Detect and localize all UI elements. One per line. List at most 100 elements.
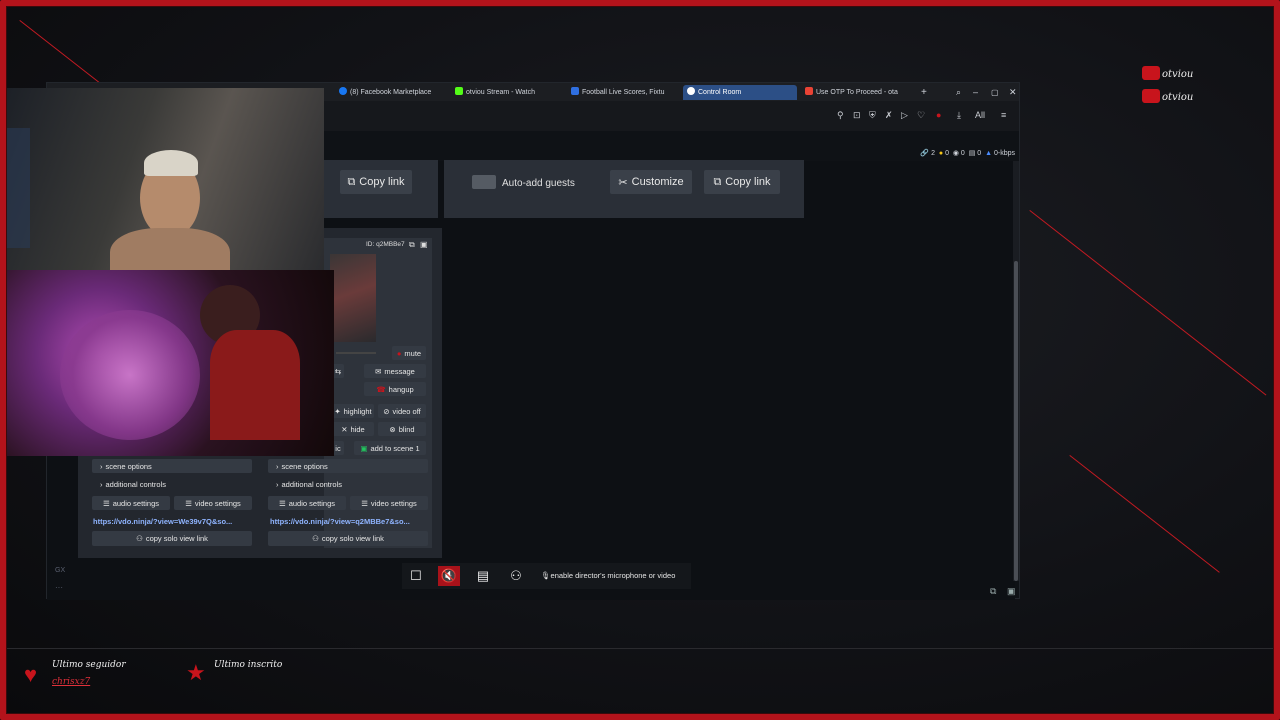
eye-slash-icon: ⊗ [389, 424, 396, 434]
phone-icon: ☎ [376, 384, 386, 394]
copy-link-label: Copy link [725, 176, 771, 188]
tab-label: Control Room [698, 89, 742, 96]
copy-icon: ⧉ [713, 175, 722, 188]
fullscreen-icon[interactable]: ▣ [1007, 586, 1016, 597]
download-icon[interactable]: ⤓ [957, 110, 961, 121]
minimize-icon[interactable]: – [969, 85, 981, 100]
upload-icon: ▲ [985, 150, 993, 157]
tab-kick[interactable]: otviou Stream - Watch [451, 85, 559, 100]
copy-link-button-2[interactable]: ⧉ Copy link [704, 170, 780, 194]
video-settings-label: video settings [370, 498, 417, 508]
blind-button[interactable]: ⊗ blind [378, 422, 426, 436]
additional-controls-toggle-2[interactable]: › additional controls [268, 477, 428, 491]
hide-button[interactable]: ✕ hide [332, 422, 374, 436]
copy-solo-label: copy solo view link [145, 534, 208, 543]
last-follower-title: Ultimo seguidor [52, 660, 126, 670]
enable-director-mic-button[interactable]: 🎙enable director's microphone or video [541, 571, 675, 580]
mic-count: 0 [960, 150, 965, 157]
copy-solo-link-button-2[interactable]: ⚇ copy solo view link [268, 531, 428, 546]
guest-menu-icon[interactable]: ▣ [420, 240, 428, 249]
solo-view-link-2[interactable]: https://vdo.ninja/?view=q2MBBe7&so... [270, 517, 428, 526]
plus-icon: ▣ [360, 443, 368, 453]
sliders-icon: ⇆ [334, 366, 342, 376]
guest-id: ID: q2MBBe7 [366, 241, 405, 248]
no-translate-icon[interactable]: ✗ [885, 110, 893, 121]
video-settings-button-2[interactable]: ☰ video settings [350, 496, 428, 510]
shield-icon[interactable]: ⛨ [869, 110, 876, 121]
vdo-icon [687, 87, 695, 95]
search-tabs-icon[interactable]: ⌕ [952, 85, 964, 100]
heart-icon[interactable]: ♡ [917, 110, 925, 121]
cap [144, 150, 198, 176]
tab-gmail[interactable]: Use OTP To Proceed - ota [801, 85, 909, 100]
add-to-scene-label: add to scene 1 [370, 443, 420, 453]
scene-options-toggle[interactable]: › scene options [92, 459, 252, 473]
menu-icon[interactable]: ≡ [1001, 110, 1006, 120]
tab-label: Use OTP To Proceed - ota [816, 89, 898, 96]
tab-scores[interactable]: Football Live Scores, Fixtu [567, 85, 675, 100]
layout-icon[interactable]: ⧉ [990, 586, 996, 597]
hangup-label: hangup [388, 384, 414, 394]
copy-link-button[interactable]: ⧉ Copy link [340, 170, 412, 194]
video-off-button[interactable]: ⊘ video off [378, 404, 426, 418]
pin-icon[interactable]: ⚲ [837, 110, 844, 121]
tab-control-room[interactable]: Control Room [683, 85, 797, 100]
auto-add-label: Auto-add guests [502, 178, 575, 189]
extension-icon[interactable]: ● [936, 110, 941, 120]
new-tab-button[interactable]: + [917, 85, 929, 100]
maximize-icon[interactable]: ▢ [987, 85, 999, 100]
copy-solo-label: copy solo view link [321, 534, 384, 543]
audio-settings-label: audio settings [112, 498, 160, 508]
copy-id-icon[interactable]: ⧉ [409, 240, 415, 250]
scrollbar-thumb[interactable] [1014, 261, 1018, 581]
speaker-muted-icon[interactable]: 🔇 [438, 566, 460, 586]
stream-overlay: otviou otviou (8) Facebook Marketplace o… [0, 0, 1280, 720]
youtube-name: otviou [1162, 92, 1194, 103]
message-button[interactable]: ✉ message [364, 364, 426, 378]
solo-view-link[interactable]: https://vdo.ninja/?view=We39v7Q&so... [93, 517, 251, 526]
bulb-icon: ● [938, 150, 944, 157]
user-icon: ⚇ [136, 534, 143, 543]
guests-settings-icon[interactable]: ⚇ [505, 566, 527, 586]
person-body [210, 330, 300, 440]
video-settings-button[interactable]: ☰ video settings [174, 496, 252, 510]
tab-facebook[interactable]: (8) Facebook Marketplace [335, 85, 443, 100]
highlight-button[interactable]: ✦ highlight [332, 404, 374, 418]
video-settings-label: video settings [194, 498, 241, 508]
auto-add-toggle[interactable] [472, 175, 496, 189]
twitch-handle: otviou [1142, 66, 1193, 80]
mute-button[interactable]: ● mute [392, 346, 426, 360]
guest-video-preview[interactable] [330, 254, 376, 342]
ai-label[interactable]: All [975, 110, 985, 120]
star-icon: ✦ [334, 406, 341, 416]
play-icon[interactable]: ▷ [901, 110, 908, 121]
layout-grid-icon[interactable]: ▤ [472, 566, 494, 586]
additional-controls-toggle[interactable]: › additional controls [92, 477, 252, 491]
heart-icon: ♥ [24, 662, 38, 687]
audio-settings-button[interactable]: ☰ audio settings [92, 496, 170, 510]
chat-icon[interactable]: ☐ [405, 566, 427, 586]
volume-slider[interactable] [336, 352, 376, 354]
hide-icon: ✕ [341, 424, 348, 434]
close-icon[interactable]: ✕ [1005, 85, 1017, 100]
message-label: message [384, 366, 415, 376]
copy-icon: ⧉ [347, 175, 356, 188]
link-count: 2 [931, 150, 935, 157]
chevron-right-icon: › [100, 461, 103, 471]
tab-label: Football Live Scores, Fixtu [582, 89, 665, 96]
customize-button[interactable]: ✂ Customize [610, 170, 692, 194]
envelope-icon: ✉ [375, 366, 382, 376]
scrollbar[interactable] [1013, 161, 1019, 581]
last-sub-title: Ultimo inscrito [214, 660, 283, 670]
sliders-icon: ☰ [361, 498, 368, 508]
add-to-scene-button[interactable]: ▣ add to scene 1 [354, 441, 426, 455]
audio-settings-button-2[interactable]: ☰ audio settings [268, 496, 346, 510]
more-icon[interactable]: ··· [55, 583, 63, 592]
crop-icon[interactable]: ⊡ [853, 110, 861, 121]
copy-solo-link-button[interactable]: ⚇ copy solo view link [92, 531, 252, 546]
hide-label: hide [350, 424, 365, 434]
decor-line [1069, 455, 1220, 573]
hangup-button[interactable]: ☎ hangup [364, 382, 426, 396]
scene-options-toggle-2[interactable]: › scene options [268, 459, 428, 473]
tab-label: otviou Stream - Watch [466, 89, 535, 96]
